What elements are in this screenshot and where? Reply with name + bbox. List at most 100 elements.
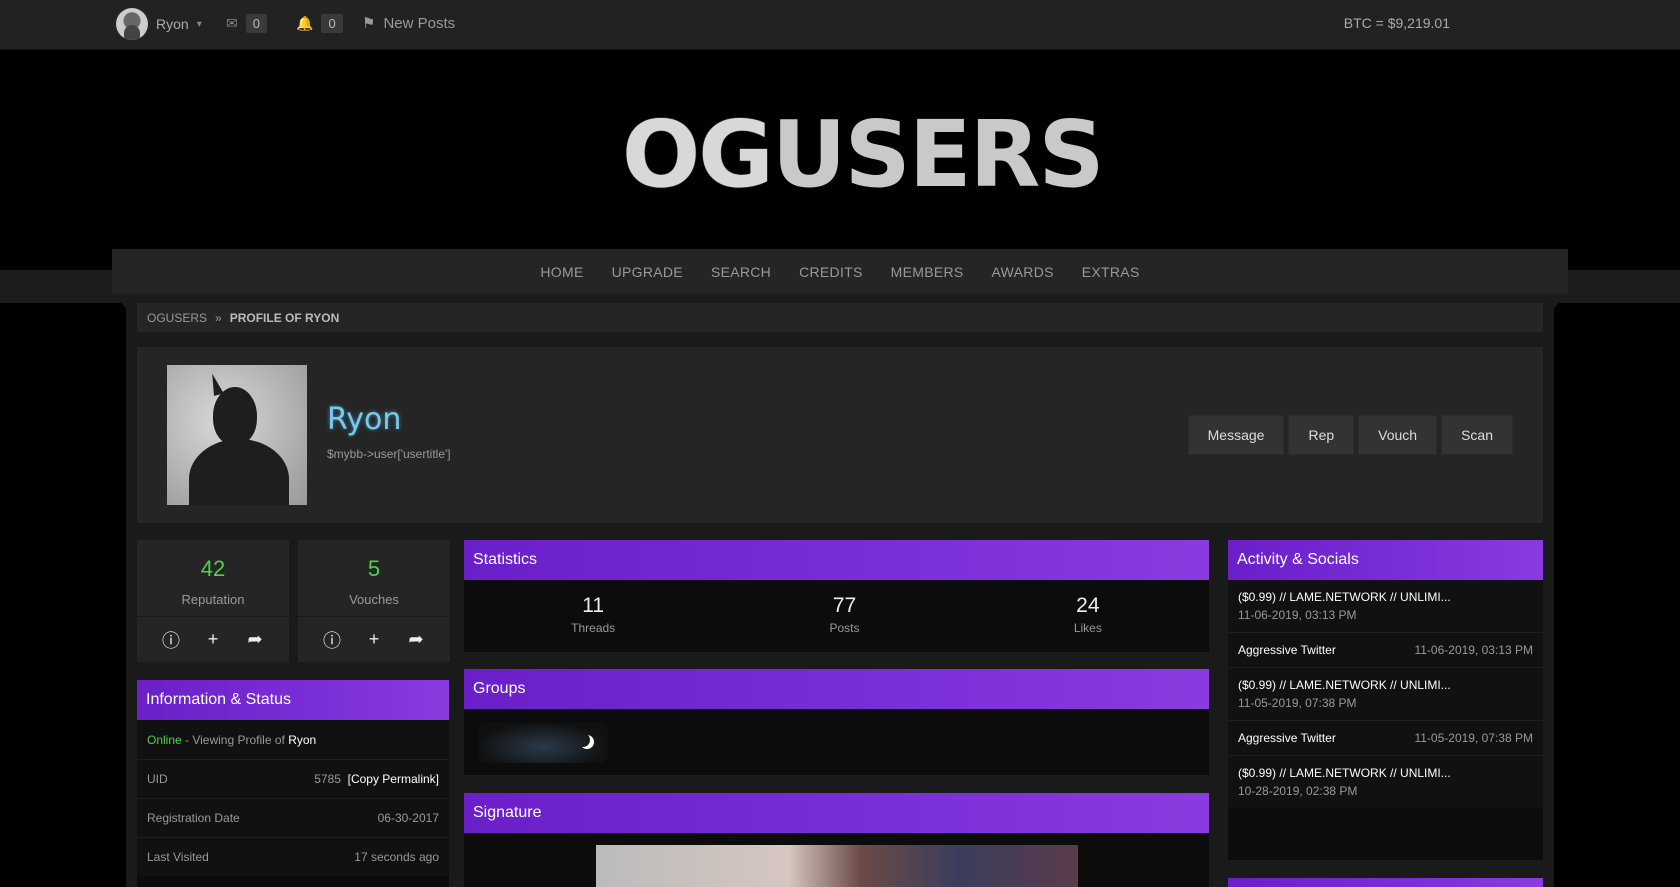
- share-icon[interactable]: ➦: [406, 629, 426, 650]
- uid-value: 5785: [314, 772, 341, 786]
- signature-image: [596, 845, 1078, 887]
- activity-item-title[interactable]: ($0.99) // LAME.NETWORK // UNLIMI...: [1238, 678, 1533, 692]
- online-status: Online: [147, 732, 182, 747]
- next-panel-bar: [1228, 878, 1543, 887]
- status-user[interactable]: Ryon: [288, 733, 316, 747]
- activity-panel: Activity & Socials ($0.99) // LAME.NETWO…: [1228, 540, 1543, 860]
- avatar-silhouette-head: [213, 387, 257, 445]
- nav-search[interactable]: SEARCH: [711, 264, 771, 280]
- new-posts-label[interactable]: New Posts: [383, 15, 455, 32]
- plus-icon[interactable]: +: [364, 629, 384, 650]
- info-status-panel: Information & Status Online - Viewing Pr…: [137, 680, 449, 887]
- notifications-indicator[interactable]: 🔔 0: [296, 14, 343, 33]
- nav-extras[interactable]: EXTRAS: [1082, 264, 1140, 280]
- reputation-label: Reputation: [181, 592, 245, 607]
- activity-item[interactable]: ($0.99) // LAME.NETWORK // UNLIMI... 10-…: [1228, 755, 1543, 808]
- reputation-box: 42 Reputation ⓘ + ➦: [137, 540, 289, 662]
- stat-posts[interactable]: 77 Posts: [830, 594, 860, 635]
- nav-members[interactable]: MEMBERS: [891, 264, 964, 280]
- nav-ribbon-right: [1554, 294, 1568, 308]
- logo-og-text: OG: [622, 101, 774, 208]
- activity-item-date: 11-05-2019, 07:38 PM: [1414, 731, 1533, 745]
- chevron-right-icon: »: [215, 310, 222, 325]
- nav-home[interactable]: HOME: [540, 264, 583, 280]
- last-visited-value: 17 seconds ago: [354, 850, 439, 864]
- next-panel-header: [1228, 878, 1543, 887]
- activity-item-date: 11-05-2019, 07:38 PM: [1238, 696, 1357, 710]
- chevron-down-icon[interactable]: ▾: [197, 19, 202, 30]
- stat-threads[interactable]: 11 Threads: [571, 594, 615, 635]
- top-bar: Ryon ▾ ✉ 0 🔔 0 ⚑ New Posts BTC = $9,219.…: [0, 0, 1680, 50]
- notifications-count[interactable]: 0: [321, 14, 343, 33]
- status-text: - Viewing Profile of: [181, 732, 289, 747]
- signature-title: Signature: [464, 793, 1209, 833]
- stat-likes-value: 24: [1076, 593, 1100, 617]
- new-posts-link[interactable]: ⚑ New Posts: [362, 14, 455, 33]
- plus-icon[interactable]: +: [203, 629, 223, 650]
- info-icon[interactable]: ⓘ: [322, 630, 342, 651]
- rep-button[interactable]: Rep: [1288, 415, 1355, 455]
- reputation-tools: ⓘ + ➦: [137, 616, 289, 662]
- nav-awards[interactable]: AWARDS: [992, 264, 1054, 280]
- activity-item-date: 11-06-2019, 03:13 PM: [1414, 643, 1533, 657]
- groups-panel: Groups: [464, 669, 1209, 775]
- breadcrumb-current: PROFILE OF RYON: [229, 310, 340, 325]
- uid-label: UID: [147, 772, 168, 786]
- envelope-icon[interactable]: ✉: [226, 15, 238, 32]
- stat-threads-label: Threads: [571, 620, 616, 635]
- last-visited-row: Last Visited 17 seconds ago: [137, 837, 449, 876]
- vouch-button[interactable]: Vouch: [1358, 415, 1438, 455]
- copy-permalink-link[interactable]: [Copy Permalink]: [348, 772, 439, 786]
- groups-title: Groups: [464, 669, 1209, 709]
- user-menu[interactable]: Ryon ▾: [116, 8, 202, 40]
- site-logo[interactable]: OGUSERS: [622, 109, 1105, 201]
- activity-item[interactable]: ($0.99) // LAME.NETWORK // UNLIMI... 11-…: [1228, 580, 1543, 632]
- activity-item-title[interactable]: Aggressive Twitter: [1238, 731, 1336, 745]
- registration-value: 06-30-2017: [377, 811, 439, 825]
- activity-item-date: 11-06-2019, 03:13 PM: [1238, 608, 1357, 622]
- activity-item-title[interactable]: ($0.99) // LAME.NETWORK // UNLIMI...: [1238, 766, 1533, 780]
- username-label[interactable]: Ryon: [156, 16, 189, 32]
- info-status-title: Information & Status: [137, 680, 449, 720]
- breadcrumb: OGUSERS » PROFILE OF RYON: [137, 303, 1543, 332]
- profile-avatar: [167, 365, 307, 505]
- activity-item[interactable]: Aggressive Twitter 11-05-2019, 07:38 PM: [1228, 720, 1543, 755]
- messages-indicator[interactable]: ✉ 0: [226, 14, 267, 33]
- statistics-panel: Statistics 11 Threads 77 Posts 24 Likes: [464, 540, 1209, 652]
- stat-likes[interactable]: 24 Likes: [1074, 594, 1102, 635]
- activity-item[interactable]: ($0.99) // LAME.NETWORK // UNLIMI... 11-…: [1228, 667, 1543, 720]
- vouches-box: 5 Vouches ⓘ + ➦: [298, 540, 450, 662]
- activity-item[interactable]: Aggressive Twitter 11-06-2019, 03:13 PM: [1228, 632, 1543, 667]
- nav-credits[interactable]: CREDITS: [799, 264, 863, 280]
- messages-count[interactable]: 0: [245, 14, 267, 33]
- reputation-value: 42: [200, 556, 226, 581]
- group-badge[interactable]: [478, 723, 608, 763]
- nav-ribbon-left: [112, 294, 126, 308]
- stat-likes-label: Likes: [1073, 620, 1102, 635]
- profile-usertitle: $mybb->user['usertitle']: [327, 447, 451, 461]
- registration-row: Registration Date 06-30-2017: [137, 798, 449, 837]
- stat-posts-label: Posts: [829, 620, 860, 635]
- profile-actions: Message Rep Vouch Scan: [1187, 415, 1513, 455]
- status-row: Online - Viewing Profile of Ryon: [137, 720, 449, 759]
- avatar[interactable]: [116, 8, 148, 40]
- breadcrumb-root[interactable]: OGUSERS: [147, 311, 207, 325]
- btc-price: BTC = $9,219.01: [1343, 15, 1450, 31]
- share-icon[interactable]: ➦: [245, 629, 265, 650]
- nav-upgrade[interactable]: UPGRADE: [612, 264, 683, 280]
- activity-item-title[interactable]: ($0.99) // LAME.NETWORK // UNLIMI...: [1238, 590, 1533, 604]
- signature-panel: Signature: [464, 793, 1209, 887]
- activity-item-title[interactable]: Aggressive Twitter: [1238, 643, 1336, 657]
- vouches-tools: ⓘ + ➦: [298, 616, 450, 662]
- message-button[interactable]: Message: [1187, 415, 1285, 455]
- bell-icon[interactable]: 🔔: [296, 15, 313, 32]
- activity-title: Activity & Socials: [1228, 540, 1543, 580]
- moon-icon: [576, 733, 590, 747]
- flag-icon: ⚑: [362, 15, 376, 32]
- info-icon[interactable]: ⓘ: [161, 630, 181, 651]
- registration-label: Registration Date: [147, 811, 240, 825]
- statistics-values: 11 Threads 77 Posts 24 Likes: [464, 580, 1209, 648]
- stat-posts-value: 77: [832, 593, 857, 617]
- main-nav: HOME UPGRADE SEARCH CREDITS MEMBERS AWAR…: [112, 249, 1568, 294]
- scan-button[interactable]: Scan: [1441, 415, 1513, 455]
